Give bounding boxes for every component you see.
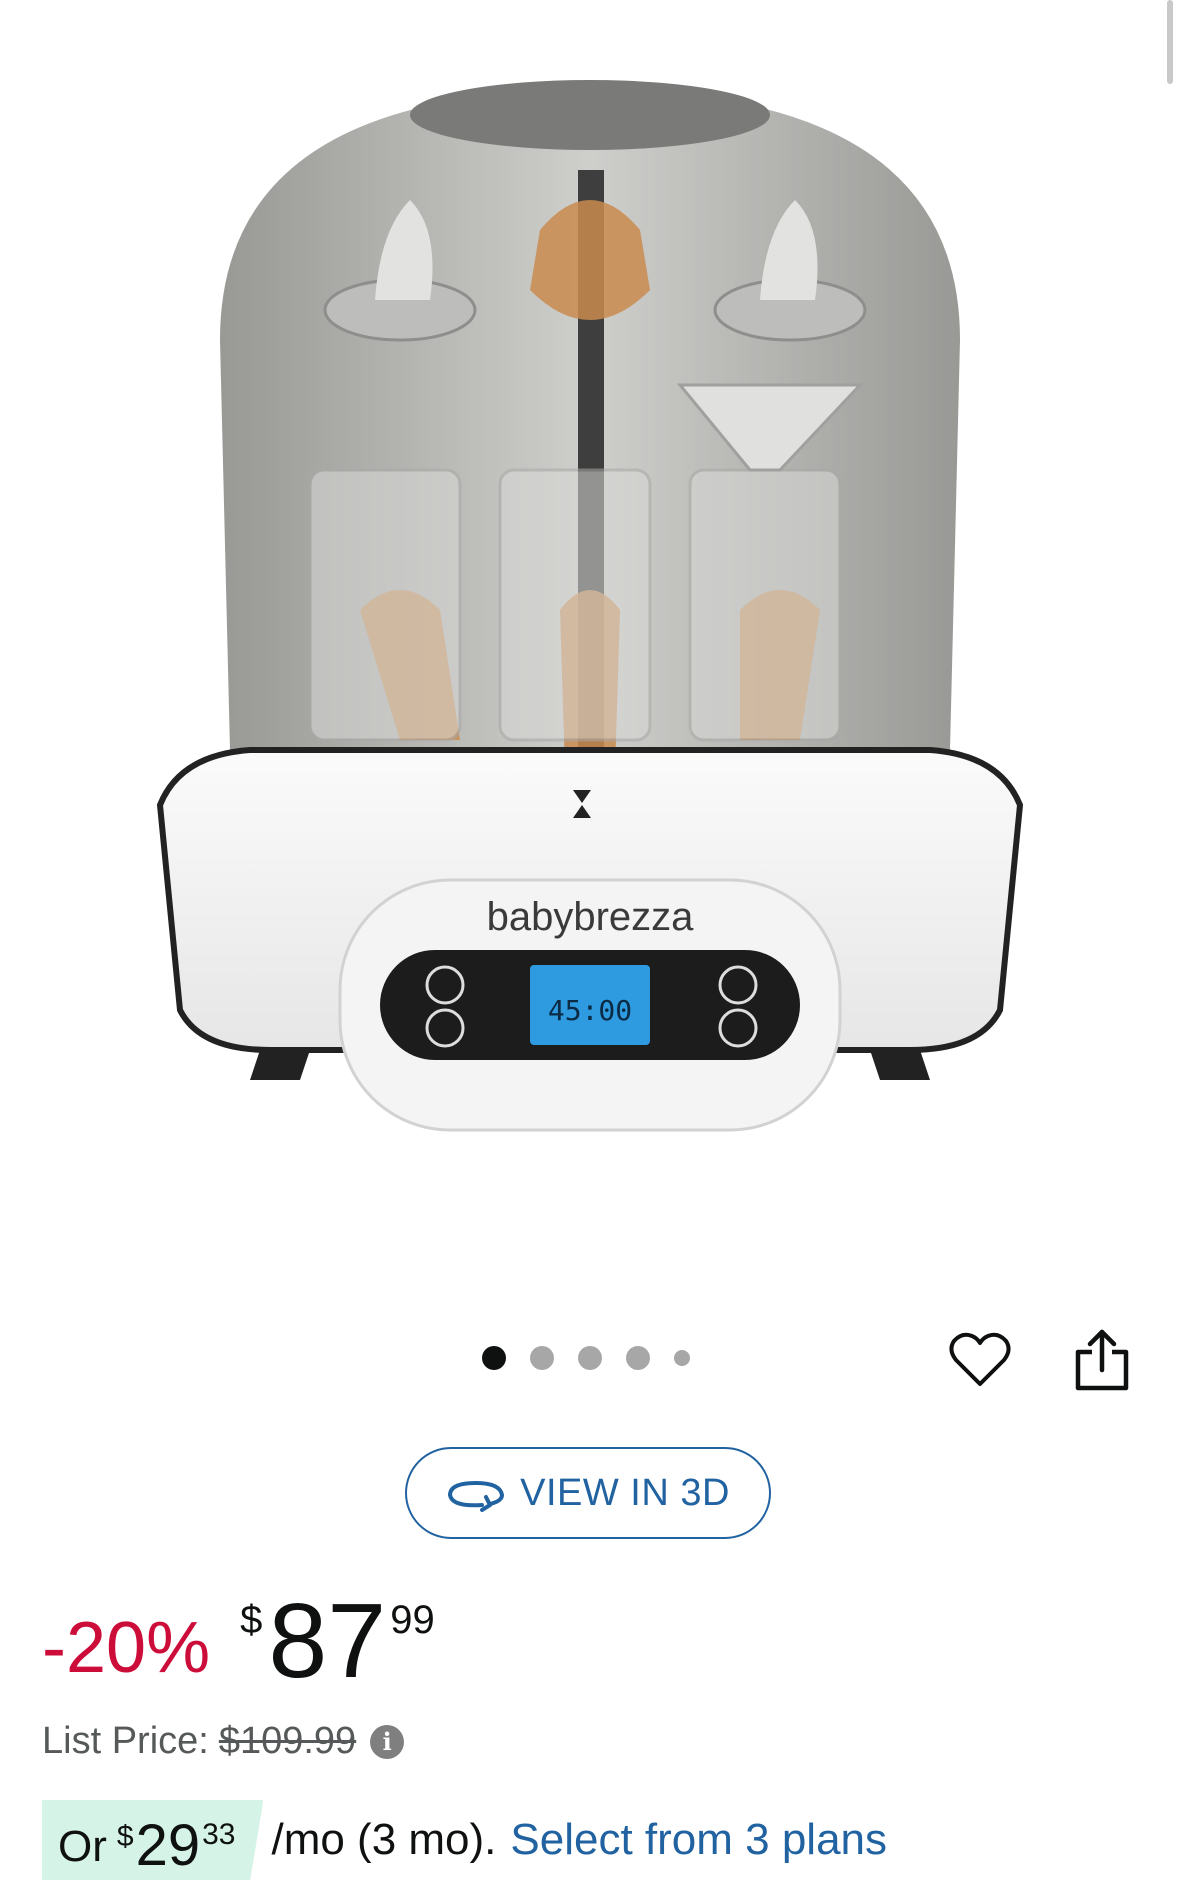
price-block: -20% $ 87 99 xyxy=(42,1588,435,1694)
plan-monthly-fraction: 33 xyxy=(202,1818,236,1851)
display-reading: 45:00 xyxy=(548,994,632,1027)
plan-currency: $ xyxy=(116,1820,134,1853)
list-price-label: List Price: xyxy=(42,1720,209,1762)
carousel-dot[interactable] xyxy=(578,1346,602,1370)
view-in-3d-label: VIEW IN 3D xyxy=(520,1471,730,1514)
installment-badge: Or $ 29 33 xyxy=(42,1800,264,1880)
price-currency: $ xyxy=(240,1598,263,1642)
plan-monthly-whole: 29 xyxy=(135,1813,201,1878)
carousel-dot[interactable] xyxy=(626,1346,650,1370)
price-whole: 87 xyxy=(268,1582,387,1700)
plan-term: /mo (3 mo). xyxy=(271,1815,497,1864)
price-fraction: 99 xyxy=(390,1598,435,1642)
share-icon[interactable] xyxy=(1072,1326,1132,1392)
carousel-dot[interactable] xyxy=(530,1346,554,1370)
image-carousel-dots[interactable] xyxy=(482,1346,690,1370)
carousel-dot[interactable] xyxy=(482,1346,506,1370)
select-plans-link[interactable]: Select from 3 plans xyxy=(510,1815,887,1865)
view-in-3d-button[interactable]: VIEW IN 3D xyxy=(405,1447,771,1539)
info-icon[interactable]: i xyxy=(370,1724,405,1759)
discount-badge: -20% xyxy=(42,1608,211,1688)
scrollbar[interactable] xyxy=(1167,0,1173,84)
installment-plan-row: Or $ 29 33 /mo (3 mo). Select from 3 pla… xyxy=(42,1800,887,1880)
list-price-value: $109.99 xyxy=(218,1720,357,1762)
product-image[interactable]: babybrezza 45:00 xyxy=(140,50,1040,1250)
list-price-row: List Price: $109.99 i xyxy=(42,1720,405,1763)
brand-logo: babybrezza xyxy=(487,895,695,939)
plan-prefix: Or xyxy=(58,1822,107,1871)
heart-icon[interactable] xyxy=(948,1328,1012,1392)
carousel-dot[interactable] xyxy=(674,1350,690,1366)
rotate-3d-icon xyxy=(448,1480,505,1512)
